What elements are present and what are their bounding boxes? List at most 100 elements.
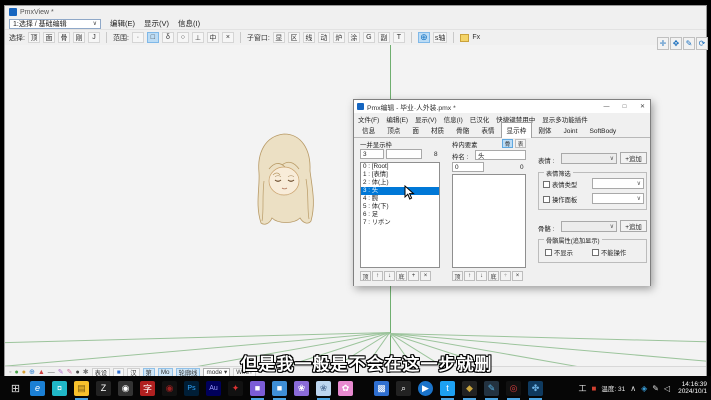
move-up-button[interactable]: ↑ — [372, 271, 383, 281]
photoshop-icon[interactable]: Ps — [184, 381, 199, 396]
tab-info[interactable]: 信息 — [356, 122, 381, 137]
element-morph-toggle[interactable]: 表 — [515, 139, 526, 148]
frame-list[interactable]: 0 : [Root] 1 : [表情] 2 : 体(上) 3 : 头 4 : 腕… — [360, 162, 440, 268]
range-clear-button[interactable]: × — [222, 32, 234, 43]
menu-info[interactable]: 信息(I) — [178, 18, 200, 29]
bone-nocontrol-checkbox[interactable]: 不能操作 — [592, 248, 626, 257]
range-line-button[interactable]: ⊥ — [192, 32, 204, 43]
delete-element-button[interactable]: × — [512, 271, 523, 281]
add-bone-button[interactable]: +追加 — [620, 220, 647, 232]
list-item[interactable]: 5 : 体(下) — [361, 203, 439, 211]
file-explorer-icon[interactable]: ▤ — [74, 381, 89, 396]
list-item[interactable]: 6 : 足 — [361, 211, 439, 219]
tab-vertex[interactable]: 顶点 — [381, 122, 406, 137]
rotate-button[interactable]: ⟳ — [696, 37, 708, 50]
frame-filter-input[interactable] — [386, 149, 422, 159]
select-bone-button[interactable]: 骨 — [58, 32, 70, 43]
taskbar-clock[interactable]: 14:16:39 2024/10/1 — [675, 381, 707, 396]
tab-morph[interactable]: 表情 — [475, 122, 500, 137]
gizmo-button[interactable]: ⊕ — [418, 32, 430, 43]
search-app-icon[interactable]: ⌕ — [396, 381, 411, 396]
red-editor-icon[interactable]: 字 — [140, 381, 155, 396]
paint-hand-icon[interactable]: ✿ — [338, 381, 353, 396]
select-vertex-button[interactable]: 顶 — [28, 32, 40, 43]
move-top-button[interactable]: 顶 — [452, 271, 463, 281]
subwindow-button-4[interactable]: 动 — [318, 32, 330, 43]
list-item[interactable]: 1 : [表情] — [361, 171, 439, 179]
tab-material[interactable]: 材质 — [425, 122, 450, 137]
minimize-button[interactable]: — — [599, 101, 614, 112]
brush-app-icon[interactable]: ✎ — [484, 381, 499, 396]
twitter-icon[interactable]: t — [440, 381, 455, 396]
list-item[interactable]: 7 : リボン — [361, 219, 439, 227]
subwindow-button-7[interactable]: G — [363, 32, 375, 43]
close-button[interactable]: ✕ — [635, 101, 650, 112]
pen-input-icon[interactable]: ✎ — [652, 384, 659, 393]
delete-frame-button[interactable]: × — [420, 271, 431, 281]
photos-icon[interactable]: ▩ — [374, 381, 389, 396]
bone-dropdown[interactable]: ∨ — [561, 221, 617, 232]
select-rigid-button[interactable]: 刚 — [73, 32, 85, 43]
start-button[interactable]: ⊞ — [8, 381, 23, 396]
axis-snap-button[interactable]: s轴 — [433, 32, 448, 43]
store-icon[interactable]: ¤ — [52, 381, 67, 396]
model-head[interactable] — [249, 131, 319, 234]
list-item[interactable]: 0 : [Root] — [361, 163, 439, 171]
select-joint-button[interactable]: J — [88, 32, 100, 43]
edit-mode-select[interactable]: 1:选择 / 基础编辑 ∨ — [9, 19, 101, 29]
morph-type-dropdown[interactable]: ∨ — [592, 178, 644, 189]
select-face-button[interactable]: 面 — [43, 32, 55, 43]
tab-display-frame[interactable]: 显示枠 — [501, 122, 533, 138]
morph-panel-dropdown[interactable]: ∨ — [592, 193, 644, 204]
defender-shield-icon[interactable]: ◈ — [641, 384, 647, 393]
subwindow-button-8[interactable]: 副 — [378, 32, 390, 43]
anime-app-icon-2[interactable]: ❀ — [316, 381, 331, 396]
list-item-selected[interactable]: 3 : 头 — [361, 187, 439, 195]
z-app-icon[interactable]: Z — [96, 381, 111, 396]
add-element-button[interactable]: + — [500, 271, 511, 281]
audition-icon[interactable]: Au — [206, 381, 221, 396]
tab-face[interactable]: 面 — [406, 122, 425, 137]
record-ring-icon[interactable]: ◎ — [506, 381, 521, 396]
morph-panel-checkbox[interactable]: 操作面板 — [543, 195, 577, 204]
range-point-button[interactable]: · — [132, 32, 144, 43]
range-lasso-button[interactable]: δ — [162, 32, 174, 43]
frame-name-input[interactable] — [475, 150, 526, 160]
gold-app-icon[interactable]: ◆ — [462, 381, 477, 396]
move-down-button[interactable]: ↓ — [476, 271, 487, 281]
frame-index-input[interactable] — [360, 149, 384, 159]
morph-type-checkbox[interactable]: 表情类型 — [543, 180, 577, 189]
element-list[interactable] — [452, 174, 526, 268]
list-item[interactable]: 4 : 腕 — [361, 195, 439, 203]
dialog-titlebar[interactable]: Pmx编辑 - 毕业·人外装.pmx * — □ ✕ — [354, 100, 650, 113]
zoom-button[interactable]: ✎ — [683, 37, 695, 50]
media-app-icon[interactable]: ◉ — [118, 381, 133, 396]
firework-app-icon[interactable]: ✦ — [228, 381, 243, 396]
tray-badge-icon[interactable]: ■ — [592, 384, 597, 393]
subwindow-button-9[interactable]: T — [393, 32, 405, 43]
subwindow-button-1[interactable]: 显 — [273, 32, 285, 43]
blue-app-icon[interactable]: ■ — [272, 381, 287, 396]
purple-app-icon[interactable]: ■ — [250, 381, 265, 396]
potplayer-icon[interactable]: ▶ — [418, 381, 433, 396]
list-item[interactable]: 2 : 体(上) — [361, 179, 439, 187]
tab-softbody[interactable]: SoftBody — [583, 125, 622, 137]
evernote-icon[interactable]: ✤ — [528, 381, 543, 396]
anime-app-icon[interactable]: ❀ — [294, 381, 309, 396]
subwindow-button-2[interactable]: 区 — [288, 32, 300, 43]
element-index-input[interactable] — [452, 162, 484, 172]
recorder-icon[interactable]: ◉ — [162, 381, 177, 396]
window-layout-icon[interactable] — [460, 34, 469, 42]
add-morph-button[interactable]: +追加 — [620, 152, 647, 164]
move-top-button[interactable]: 顶 — [360, 271, 371, 281]
subwindow-button-3[interactable]: 线 — [303, 32, 315, 43]
range-box-button[interactable]: □ — [147, 32, 159, 43]
element-bone-toggle[interactable]: 骨 — [502, 139, 513, 148]
volume-icon[interactable]: ◁ — [664, 384, 670, 393]
menu-view[interactable]: 显示(V) — [144, 18, 169, 29]
menu-edit[interactable]: 编辑(E) — [110, 18, 135, 29]
hidden-icons-chevron[interactable]: ∧ — [630, 384, 636, 393]
move-bottom-button[interactable]: 底 — [396, 271, 407, 281]
subwindow-button-6[interactable]: 涂 — [348, 32, 360, 43]
morph-dropdown[interactable]: ∨ — [561, 153, 617, 164]
